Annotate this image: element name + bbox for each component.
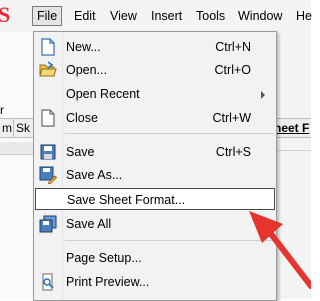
menu-file[interactable]: File	[32, 6, 63, 26]
menu-item-label: Save All	[66, 217, 112, 231]
menu-bar: File Edit View Insert Tools Window He	[20, 0, 312, 32]
print-preview-icon	[39, 273, 57, 291]
tab-sheet-format[interactable]: heet F	[274, 119, 309, 137]
right-tab-strip: heet F	[272, 118, 311, 138]
menu-item-label: Open...	[66, 63, 107, 77]
file-menu-dropdown: New... Ctrl+N Open... Ctrl+O Open Recent…	[33, 31, 277, 301]
open-folder-icon	[39, 61, 57, 79]
menu-insert[interactable]: Insert	[147, 6, 186, 26]
save-all-icon	[39, 215, 57, 233]
menu-separator	[65, 133, 274, 134]
divider	[272, 150, 311, 151]
app-logo: S	[0, 2, 11, 27]
menu-item-new[interactable]: New... Ctrl+N	[35, 36, 275, 58]
menu-item-label: Save As...	[66, 168, 123, 182]
shortcut-label: Ctrl+O	[214, 63, 251, 77]
menu-item-label: Close	[66, 111, 98, 125]
shortcut-label: Ctrl+S	[215, 145, 251, 159]
save-as-icon	[39, 166, 57, 184]
close-document-icon	[39, 109, 57, 127]
shortcut-label: Ctrl+N	[215, 40, 251, 54]
menu-item-save[interactable]: Save Ctrl+S	[35, 141, 275, 163]
left-scrollbar[interactable]	[0, 142, 34, 155]
menu-item-open-recent[interactable]: Open Recent	[35, 83, 275, 105]
save-icon	[39, 143, 57, 161]
menu-item-label: Print Preview...	[66, 275, 150, 289]
menu-edit[interactable]: Edit	[70, 6, 100, 26]
submenu-arrow-icon	[261, 91, 265, 99]
menu-separator	[65, 240, 274, 241]
menu-item-print-preview[interactable]: Print Preview...	[35, 271, 275, 293]
left-panel-marker: r	[0, 103, 4, 117]
menu-tools[interactable]: Tools	[192, 6, 229, 26]
menu-help[interactable]: He	[292, 6, 316, 26]
menu-item-label: New...	[66, 40, 101, 54]
tab-partial-1[interactable]: m	[0, 119, 14, 137]
menu-item-open[interactable]: Open... Ctrl+O	[35, 59, 275, 81]
menu-item-page-setup[interactable]: Page Setup...	[35, 247, 275, 269]
menu-item-label: Save	[66, 145, 95, 159]
left-panel: r	[0, 32, 36, 299]
menu-item-label: Page Setup...	[66, 251, 142, 265]
shortcut-label: Ctrl+W	[212, 111, 251, 125]
menu-view[interactable]: View	[106, 6, 141, 26]
menu-window[interactable]: Window	[234, 6, 286, 26]
menu-item-close[interactable]: Close Ctrl+W	[35, 107, 275, 129]
menu-item-save-all[interactable]: Save All	[35, 213, 275, 235]
menu-item-label: Open Recent	[66, 87, 140, 101]
new-document-icon	[39, 38, 57, 56]
menu-item-save-as[interactable]: Save As...	[35, 164, 275, 186]
menu-item-save-sheet-format[interactable]: Save Sheet Format...	[35, 188, 275, 210]
menu-item-label: Save Sheet Format...	[67, 193, 186, 207]
